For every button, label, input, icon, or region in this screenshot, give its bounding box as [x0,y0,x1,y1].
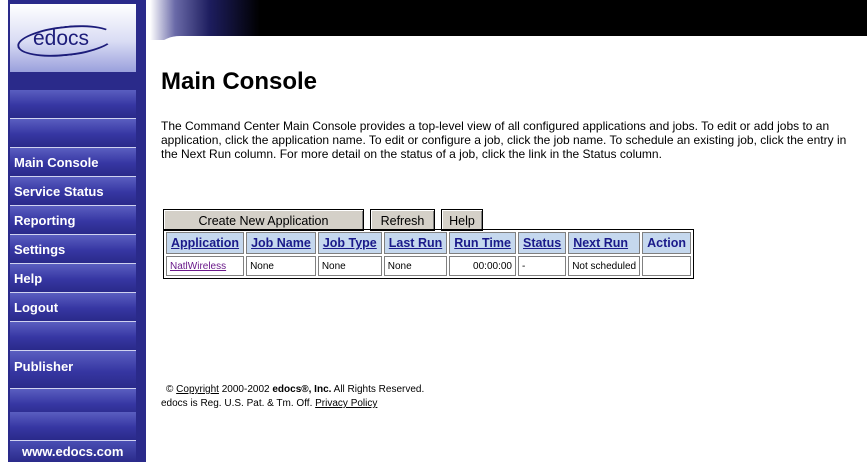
sidebar-item-publisher[interactable]: Publisher [10,351,136,389]
refresh-button[interactable]: Refresh [370,209,435,231]
jobs-table: Application Job Name Job Type Last Run R… [163,229,695,279]
column-header-next-run[interactable]: Next Run [568,232,641,254]
column-header-action: Action [642,232,692,254]
edocs-logo: edocs [15,20,117,62]
copyright-years: 2000-2002 [221,384,270,395]
copyright-link[interactable]: Copyright [176,384,219,395]
cell-run-time: 00:00:00 [449,256,516,276]
help-button[interactable]: Help [441,209,483,231]
logo-area: edocs [10,4,136,72]
table-row: NatlWireless None None None 00:00:00 - N… [166,256,692,276]
trademark-text: edocs is Reg. U.S. Pat. & Tm. Off. [161,398,313,409]
cell-job-type: None [317,256,382,276]
page-description: The Command Center Main Console provides… [161,119,847,161]
create-new-application-button[interactable]: Create New Application [163,209,364,231]
column-header-run-time[interactable]: Run Time [449,232,516,254]
sidebar-item-blank-3 [10,322,136,351]
page-title: Main Console [161,68,318,95]
sidebar: edocs Main Console Service Status Report… [0,0,146,462]
sidebar-item-reporting[interactable]: Reporting [10,206,136,235]
cell-next-run: Not scheduled [568,256,641,276]
column-header-status[interactable]: Status [517,232,567,254]
sidebar-item-help[interactable]: Help [10,264,136,293]
column-header-application[interactable]: Application [166,232,245,254]
table-header-row: Application Job Name Job Type Last Run R… [166,232,692,254]
cell-status: - [517,256,567,276]
sidebar-item-blank-5 [10,412,136,441]
copyright-symbol: © [166,384,174,395]
column-header-job-type[interactable]: Job Type [317,232,382,254]
rights-text: All Rights Reserved. [333,384,425,395]
cell-last-run: None [383,256,448,276]
copyright-line: © Copyright 2000-2002 edocs®, Inc. All R… [166,384,424,395]
company-name: edocs®, Inc. [272,384,332,395]
application-link[interactable]: NatlWireless [170,261,226,272]
sidebar-item-settings[interactable]: Settings [10,235,136,264]
sidebar-item-blank-2 [10,119,136,148]
column-header-job-name[interactable]: Job Name [246,232,316,254]
logo-text: edocs [33,27,90,50]
website-link[interactable]: www.edocs.com [10,441,136,462]
cell-job-name: None [246,256,316,276]
sidebar-item-blank-1 [10,90,136,119]
sidebar-item-service-status[interactable]: Service Status [10,177,136,206]
trademark-line: edocs is Reg. U.S. Pat. & Tm. Off. Priva… [161,398,377,409]
cell-application: NatlWireless [166,256,245,276]
sidebar-item-logout[interactable]: Logout [10,293,136,322]
column-header-last-run[interactable]: Last Run [383,232,448,254]
privacy-policy-link[interactable]: Privacy Policy [315,398,377,409]
sidebar-item-main-console[interactable]: Main Console [10,148,136,177]
cell-action [642,256,692,276]
